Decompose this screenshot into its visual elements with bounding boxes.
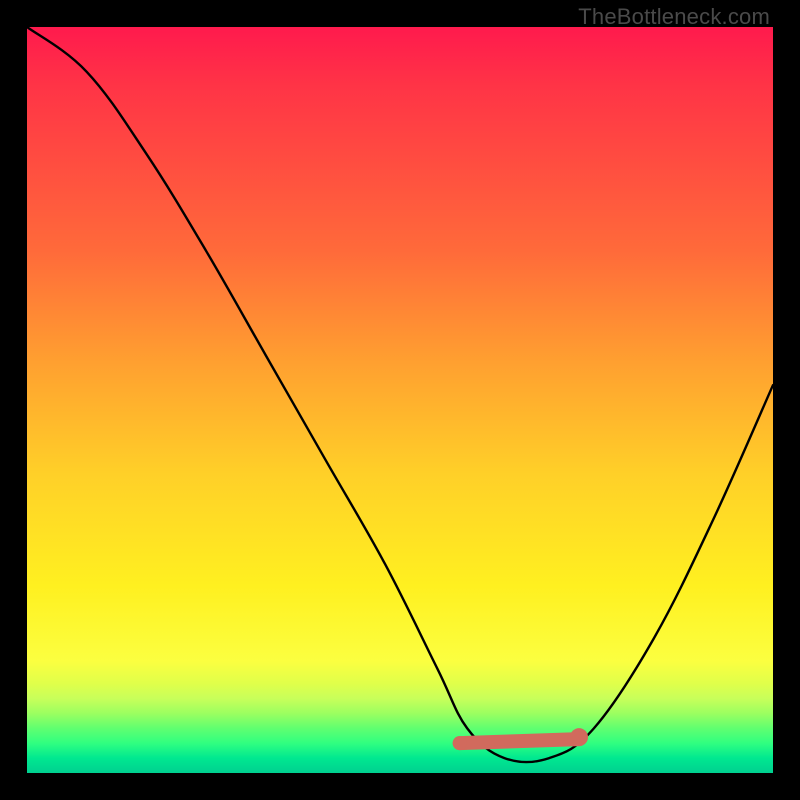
chart-container: TheBottleneck.com — [0, 0, 800, 800]
flat-region-end-dot — [570, 728, 588, 746]
flat-region-start-dot — [453, 736, 467, 750]
flat-region-marker — [460, 739, 579, 743]
bottleneck-curve — [27, 27, 773, 762]
chart-svg — [27, 27, 773, 773]
plot-area — [27, 27, 773, 773]
